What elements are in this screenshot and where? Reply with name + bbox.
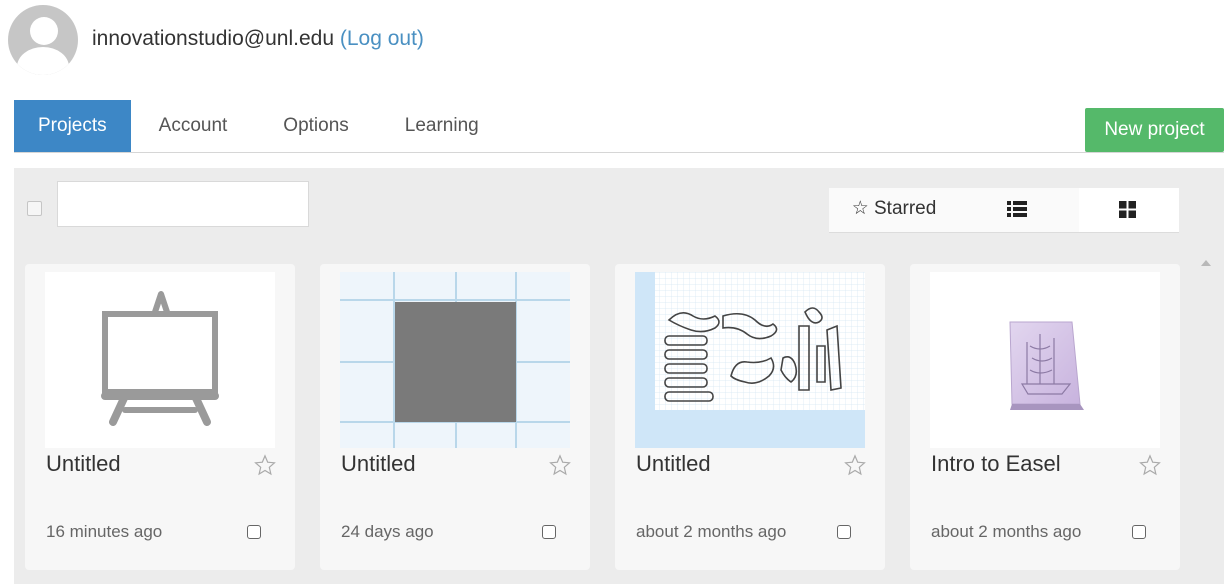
project-date: about 2 months ago bbox=[931, 522, 1082, 541]
project-select-checkbox[interactable] bbox=[542, 525, 556, 539]
tab-options[interactable]: Options bbox=[255, 100, 376, 152]
list-view-button[interactable] bbox=[959, 188, 1079, 232]
star-icon[interactable] bbox=[254, 454, 276, 476]
project-title[interactable]: Untitled bbox=[636, 451, 711, 477]
tab-learning[interactable]: Learning bbox=[377, 100, 507, 152]
project-title[interactable]: Intro to Easel bbox=[931, 451, 1061, 477]
project-title[interactable]: Untitled bbox=[46, 451, 121, 477]
select-all-checkbox[interactable] bbox=[27, 201, 42, 216]
cut-parts-layout bbox=[655, 272, 865, 410]
user-avatar-icon bbox=[8, 5, 78, 75]
main-tabs: Projects Account Options Learning bbox=[14, 100, 507, 152]
project-card[interactable]: Untitled 24 days ago bbox=[320, 264, 590, 570]
grid-view-button[interactable] bbox=[1079, 188, 1179, 232]
grid-view-icon bbox=[1119, 201, 1136, 218]
new-project-button[interactable]: New project bbox=[1085, 108, 1224, 152]
project-select-checkbox[interactable] bbox=[837, 525, 851, 539]
project-card[interactable]: Untitled about 2 months ago bbox=[615, 264, 885, 570]
project-thumbnail[interactable] bbox=[45, 272, 275, 448]
scroll-up-arrow-icon[interactable] bbox=[1201, 260, 1211, 266]
easel-icon bbox=[101, 291, 219, 426]
project-date: 16 minutes ago bbox=[46, 522, 163, 541]
projects-panel: ☆ Starred Untitled 16 minutes ago Untitl… bbox=[14, 168, 1224, 584]
project-card[interactable]: Untitled 16 minutes ago bbox=[25, 264, 295, 570]
project-thumbnail[interactable] bbox=[340, 272, 570, 448]
star-icon[interactable] bbox=[1139, 454, 1161, 476]
project-card[interactable]: Intro to Easel about 2 months ago bbox=[910, 264, 1180, 570]
logout-link[interactable]: (Log out) bbox=[340, 27, 424, 50]
project-select-checkbox[interactable] bbox=[1132, 525, 1146, 539]
search-input[interactable] bbox=[57, 181, 309, 227]
project-date: about 2 months ago bbox=[636, 522, 787, 541]
star-icon[interactable] bbox=[844, 454, 866, 476]
grey-square-on-grid bbox=[340, 272, 570, 448]
view-toolbar: ☆ Starred bbox=[829, 188, 1179, 233]
tab-divider bbox=[14, 152, 1224, 153]
tab-projects[interactable]: Projects bbox=[14, 100, 131, 152]
project-thumbnail[interactable] bbox=[930, 272, 1160, 448]
list-view-icon bbox=[1007, 201, 1027, 217]
user-email: innovationstudio@unl.edu bbox=[92, 27, 334, 50]
project-thumbnail[interactable] bbox=[635, 272, 865, 448]
tab-account[interactable]: Account bbox=[131, 100, 256, 152]
project-select-checkbox[interactable] bbox=[247, 525, 261, 539]
ship-relief-carving bbox=[1009, 321, 1084, 410]
user-line: innovationstudio@unl.edu (Log out) bbox=[92, 27, 424, 51]
project-date: 24 days ago bbox=[341, 522, 434, 541]
starred-filter-button[interactable]: ☆ Starred bbox=[829, 188, 959, 232]
star-icon[interactable] bbox=[549, 454, 571, 476]
project-title[interactable]: Untitled bbox=[341, 451, 416, 477]
